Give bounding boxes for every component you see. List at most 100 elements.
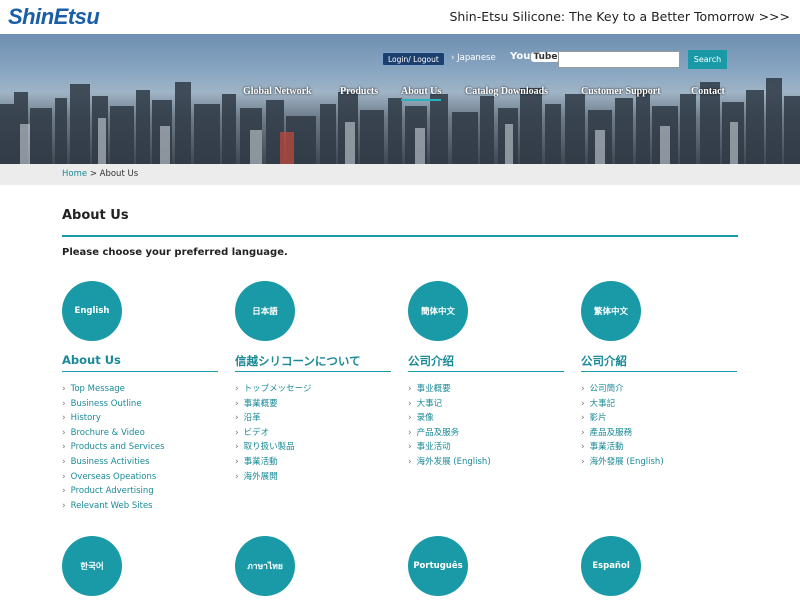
link-label: 大事记 [416,398,443,409]
breadcrumb-trail: Home > About Us [62,169,138,179]
list-item[interactable]: › 事業活動 [581,440,664,455]
nav-catalog-downloads[interactable]: Catalog Downloads [465,86,548,97]
list-item[interactable]: › Business Outline [62,397,165,412]
list-item[interactable]: › Brochure & Video [62,426,165,441]
link-label: 事業活動 [589,442,624,453]
list-item[interactable]: › 海外發展 (English) [581,455,664,470]
list-item[interactable]: › Business Activities [62,455,165,470]
breadcrumb-home-link[interactable]: Home [62,169,87,179]
language-circle-thai[interactable]: ภาษาไทย [235,536,295,596]
list-item[interactable]: › 海外发展 (English) [408,455,491,470]
list-item[interactable]: › Relevant Web Sites [62,499,165,514]
youtube-icon[interactable]: You Tube [510,51,560,62]
list-item[interactable]: › 事业活动 [408,440,491,455]
link-label: 產品及服務 [589,427,633,438]
hero-banner: Login/ Logout › Japanese You Tube Search … [0,34,800,164]
chevron-right-icon: › [62,486,66,497]
nav-products[interactable]: Products [340,86,378,97]
list-item[interactable]: › 事業概要 [235,397,311,412]
column-title-japanese[interactable]: 信越シリコーンについて [235,353,361,369]
page-title: About Us [62,208,129,223]
link-label: Business Activities [70,456,150,467]
nav-about-us[interactable]: About Us [401,86,442,101]
link-label: Business Outline [70,398,142,409]
english-link-list: › Top Message › Business Outline › History … [62,382,165,513]
link-label: 产品及服务 [416,427,460,438]
list-item[interactable]: › Products and Services [62,440,165,455]
language-circle-traditional-chinese[interactable]: 繁体中文 [581,281,641,341]
list-item[interactable]: › Product Advertising [62,484,165,499]
chevron-right-icon: › [235,384,239,394]
link-label: Relevant Web Sites [70,500,153,511]
chevron-right-icon: › [408,384,412,394]
list-item[interactable]: › 大事記 [581,397,664,412]
column-title-english[interactable]: About Us [62,353,121,367]
top-bar: ShinEtsu Shin-Etsu Silicone: The Key to … [0,0,800,34]
list-item[interactable]: › History [62,411,165,426]
list-item[interactable]: › 公司簡介 [581,382,664,397]
list-item[interactable]: › 沿革 [235,411,311,426]
company-logo[interactable]: ShinEtsu [8,4,100,30]
link-label: Overseas Opeations [70,471,157,482]
chevron-right-icon: › [62,456,66,467]
list-item[interactable]: › 大事记 [408,397,491,412]
nav-customer-support[interactable]: Customer Support [581,86,661,97]
chevron-right-icon: › [581,442,585,453]
list-item[interactable]: › Top Message [62,382,165,397]
link-label: トップメッセージ [243,384,312,394]
column-divider [408,371,564,372]
list-item[interactable]: › 事业概要 [408,382,491,397]
japanese-link-label: Japanese [457,53,496,63]
chevron-right-icon: › [62,471,66,482]
link-label: 事業活動 [243,456,278,467]
column-title-traditional-chinese[interactable]: 公司介紹 [581,353,627,369]
list-item[interactable]: › 取り扱い製品 [235,440,311,455]
chevron-right-icon: › [408,413,412,424]
column-title-simplified-chinese[interactable]: 公司介绍 [408,353,454,369]
list-item[interactable]: › 影片 [581,411,664,426]
link-label: 海外发展 (English) [416,456,491,467]
link-label: 取り扱い製品 [243,442,295,453]
list-item[interactable]: › 录像 [408,411,491,426]
link-label: 事業概要 [243,398,278,409]
list-item[interactable]: › 事業活動 [235,455,311,470]
youtube-you-text: You [510,51,531,62]
language-circle-japanese[interactable]: 日本語 [235,281,295,341]
nav-contact[interactable]: Contact [691,86,725,97]
link-label: Product Advertising [70,486,154,497]
chevron-right-icon: › [62,442,66,453]
search-input[interactable] [558,51,680,68]
chevron-right-icon: › [581,413,585,424]
chevron-right-icon: › [62,384,66,394]
main-navigation: Global Network Products About Us Catalog… [0,86,800,102]
youtube-tube-text: Tube [531,52,560,62]
nav-global-network[interactable]: Global Network [243,86,312,97]
language-circle-portuguese[interactable]: Português [408,536,468,596]
list-item[interactable]: › 海外展開 [235,470,311,485]
japanese-language-link[interactable]: › Japanese [451,53,496,63]
language-circle-korean[interactable]: 한국어 [62,536,122,596]
column-divider [581,371,737,372]
traditional-chinese-link-list: › 公司簡介 › 大事記 › 影片 › 產品及服務 › 事業活動 › 海外發展 (Engli… [581,382,664,470]
chevron-right-icon: › [581,384,585,394]
list-item[interactable]: › ビデオ [235,426,311,441]
login-logout-button[interactable]: Login/ Logout [382,52,445,66]
list-item[interactable]: › トップメッセージ [235,382,311,397]
chevron-right-icon: › [235,413,239,424]
search-button[interactable]: Search [688,50,727,69]
chevron-right-icon: › [235,456,239,467]
chevron-right-icon: › [581,427,585,438]
list-item[interactable]: › Overseas Opeations [62,470,165,485]
link-label: 事业活动 [416,442,451,453]
list-item[interactable]: › 产品及服务 [408,426,491,441]
chevron-right-icon: › [235,427,239,438]
language-circle-spanish[interactable]: Español [581,536,641,596]
chevron-right-icon: › [62,398,66,409]
breadcrumb-current: About Us [99,169,139,179]
title-divider [62,235,738,237]
tagline-link[interactable]: Shin-Etsu Silicone: The Key to a Better … [449,9,790,24]
link-label: 影片 [589,413,607,424]
list-item[interactable]: › 產品及服務 [581,426,664,441]
language-circle-english[interactable]: English [62,281,122,341]
language-circle-simplified-chinese[interactable]: 簡体中文 [408,281,468,341]
